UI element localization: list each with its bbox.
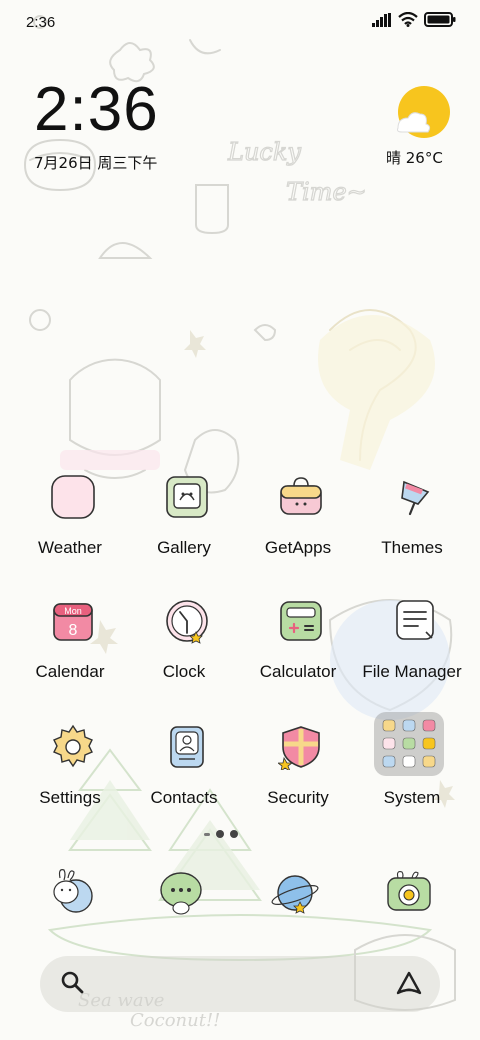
page-dot [216,830,224,838]
battery-icon [424,12,456,27]
weather-icon [51,475,95,519]
app-label: Contacts [150,788,218,807]
sun-cloud-icon [397,86,450,138]
wallpaper-coconut-text: Coconut!! [130,1010,220,1031]
calendar-month-text: Mon [64,606,82,616]
app-security[interactable]: Security [240,724,356,834]
app-themes[interactable]: Themes [354,474,470,584]
app-weather[interactable]: Weather [12,474,128,584]
app-label: Gallery [157,538,211,557]
status-icons [372,12,456,27]
clock-icon [166,600,208,644]
clock-time: 2:36 [34,75,159,144]
app-gallery[interactable]: Gallery [126,474,242,584]
calendar-icon: Mon 8 [53,603,93,641]
app-calculator[interactable]: Calculator [240,598,356,708]
themes-icon [401,480,430,516]
status-bar: 2:36 [0,0,480,40]
clock-date: 7月26日 周三下午 [34,154,158,172]
file-manager-icon [396,600,434,640]
camera-icon[interactable] [384,868,434,918]
app-label: Calendar [35,662,105,681]
app-label: Themes [381,538,443,557]
app-label: Weather [38,538,102,557]
app-label: Settings [39,788,101,807]
page-dot-active [230,830,238,838]
messages-icon[interactable] [156,868,206,918]
page-dot [204,832,210,836]
wallpaper-time-text: Time~ [286,178,367,206]
app-file-manager[interactable]: File Manager [354,598,470,708]
app-getapps[interactable]: GetApps [240,474,356,584]
assistant-icon[interactable] [394,969,424,999]
app-calendar[interactable]: Mon 8 Calendar [12,598,128,708]
app-settings[interactable]: Settings [12,724,128,834]
calculator-icon [280,601,322,641]
system-folder-icon [374,712,444,776]
app-system-folder[interactable]: System [354,712,470,834]
security-shield-icon [278,726,320,770]
app-label: System [383,788,441,807]
phone-bunny-icon[interactable] [46,868,96,918]
gallery-icon [166,476,208,518]
signal-bars-icon [372,12,391,27]
page-indicator[interactable] [204,830,238,838]
wallpaper-lucky-text: Lucky [227,138,301,166]
app-label: GetApps [264,538,332,557]
search-icon[interactable] [60,970,86,996]
getapps-icon [280,477,322,515]
app-label: Calculator [259,662,337,681]
clock-widget[interactable]: 2:36 7月26日 周三下午 [34,78,159,173]
app-clock[interactable]: Clock [126,598,242,708]
status-time: 2:36 [26,14,56,31]
contacts-icon [170,726,204,768]
settings-gear-icon [53,724,93,768]
app-label: Security [267,788,329,807]
app-label: Clock [162,662,206,681]
search-bar[interactable] [40,956,440,1012]
browser-planet-icon[interactable] [270,868,320,918]
weather-widget[interactable]: 晴 26°C [384,84,454,168]
wifi-icon [398,12,418,27]
app-label: File Manager [362,662,462,681]
calendar-day-text: 8 [69,622,78,639]
weather-temperature: 晴 26°C [386,149,443,167]
app-contacts[interactable]: Contacts [126,724,242,834]
